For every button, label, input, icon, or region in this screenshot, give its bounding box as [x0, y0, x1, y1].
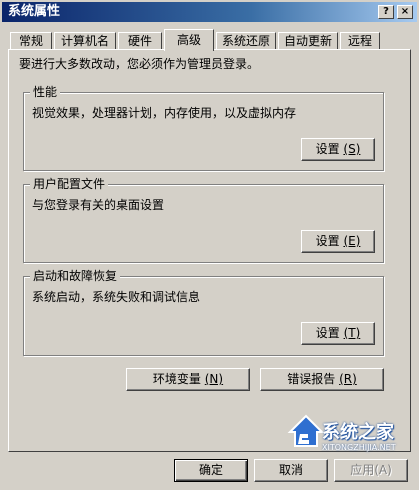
watermark-name: 系统之家	[322, 422, 394, 443]
help-button[interactable]: ?	[378, 5, 394, 19]
performance-description: 视觉效果，处理器计划，内存使用，以及虚拟内存	[32, 106, 297, 120]
watermark-url: XITONGZHIJIA.NET	[322, 443, 396, 452]
environment-variables-label: 环境变量	[152, 372, 201, 386]
error-reporting-key: (R)	[339, 372, 357, 386]
startup-recovery-legend: 启动和故障恢复	[30, 269, 121, 283]
house-logo-icon	[287, 414, 325, 447]
user-profiles-description: 与您登录有关的桌面设置	[32, 198, 165, 212]
performance-settings-button[interactable]: 设置 (S)	[301, 138, 375, 161]
performance-settings-label: 设置	[315, 142, 340, 156]
startup-recovery-settings-key: (T)	[343, 326, 361, 340]
performance-settings-key: (S)	[343, 142, 361, 156]
startup-recovery-settings-label: 设置	[315, 326, 340, 340]
startup-recovery-settings-button[interactable]: 设置 (T)	[301, 322, 375, 345]
error-reporting-label: 错误报告	[287, 372, 336, 386]
environment-variables-button[interactable]: 环境变量 (N)	[126, 368, 250, 391]
environment-variables-key: (N)	[204, 372, 224, 386]
performance-legend: 性能	[30, 85, 61, 99]
site-watermark: 系统之家 XITONGZHIJIA.NET	[286, 410, 414, 470]
ok-button[interactable]: 确定	[174, 459, 248, 482]
tab-automatic-updates[interactable]: 自动更新	[278, 32, 338, 50]
system-properties-dialog: 系统属性 ? × 常规 计算机名 硬件 高级 系统还原 自动更新 远程 要进行大…	[0, 0, 419, 490]
startup-recovery-description: 系统启动，系统失败和调试信息	[32, 290, 201, 304]
user-profiles-settings-label: 设置	[315, 234, 340, 248]
user-profiles-settings-button[interactable]: 设置 (E)	[301, 230, 375, 253]
error-reporting-button[interactable]: 错误报告 (R)	[260, 368, 384, 391]
performance-group: 性能 视觉效果，处理器计划，内存使用，以及虚拟内存 设置 (S)	[23, 85, 384, 171]
tab-advanced[interactable]: 高级	[164, 29, 214, 51]
tab-computer-name[interactable]: 计算机名	[54, 32, 116, 50]
tab-system-restore[interactable]: 系统还原	[216, 32, 276, 50]
tab-general[interactable]: 常规	[10, 32, 52, 50]
user-profiles-group: 用户配置文件 与您登录有关的桌面设置 设置 (E)	[23, 177, 384, 263]
user-profiles-settings-key: (E)	[343, 234, 361, 248]
title-bar[interactable]: 系统属性 ? ×	[2, 2, 417, 22]
admin-note: 要进行大多数改动，您必须作为管理员登录。	[19, 57, 260, 71]
tab-strip: 常规 计算机名 硬件 高级 系统还原 自动更新 远程	[8, 29, 408, 51]
user-profiles-legend: 用户配置文件	[30, 177, 109, 191]
close-button[interactable]: ×	[397, 5, 413, 19]
tab-remote[interactable]: 远程	[340, 32, 380, 50]
tab-hardware[interactable]: 硬件	[118, 32, 162, 50]
startup-recovery-group: 启动和故障恢复 系统启动，系统失败和调试信息 设置 (T)	[23, 269, 384, 356]
window-title: 系统属性	[8, 4, 61, 19]
